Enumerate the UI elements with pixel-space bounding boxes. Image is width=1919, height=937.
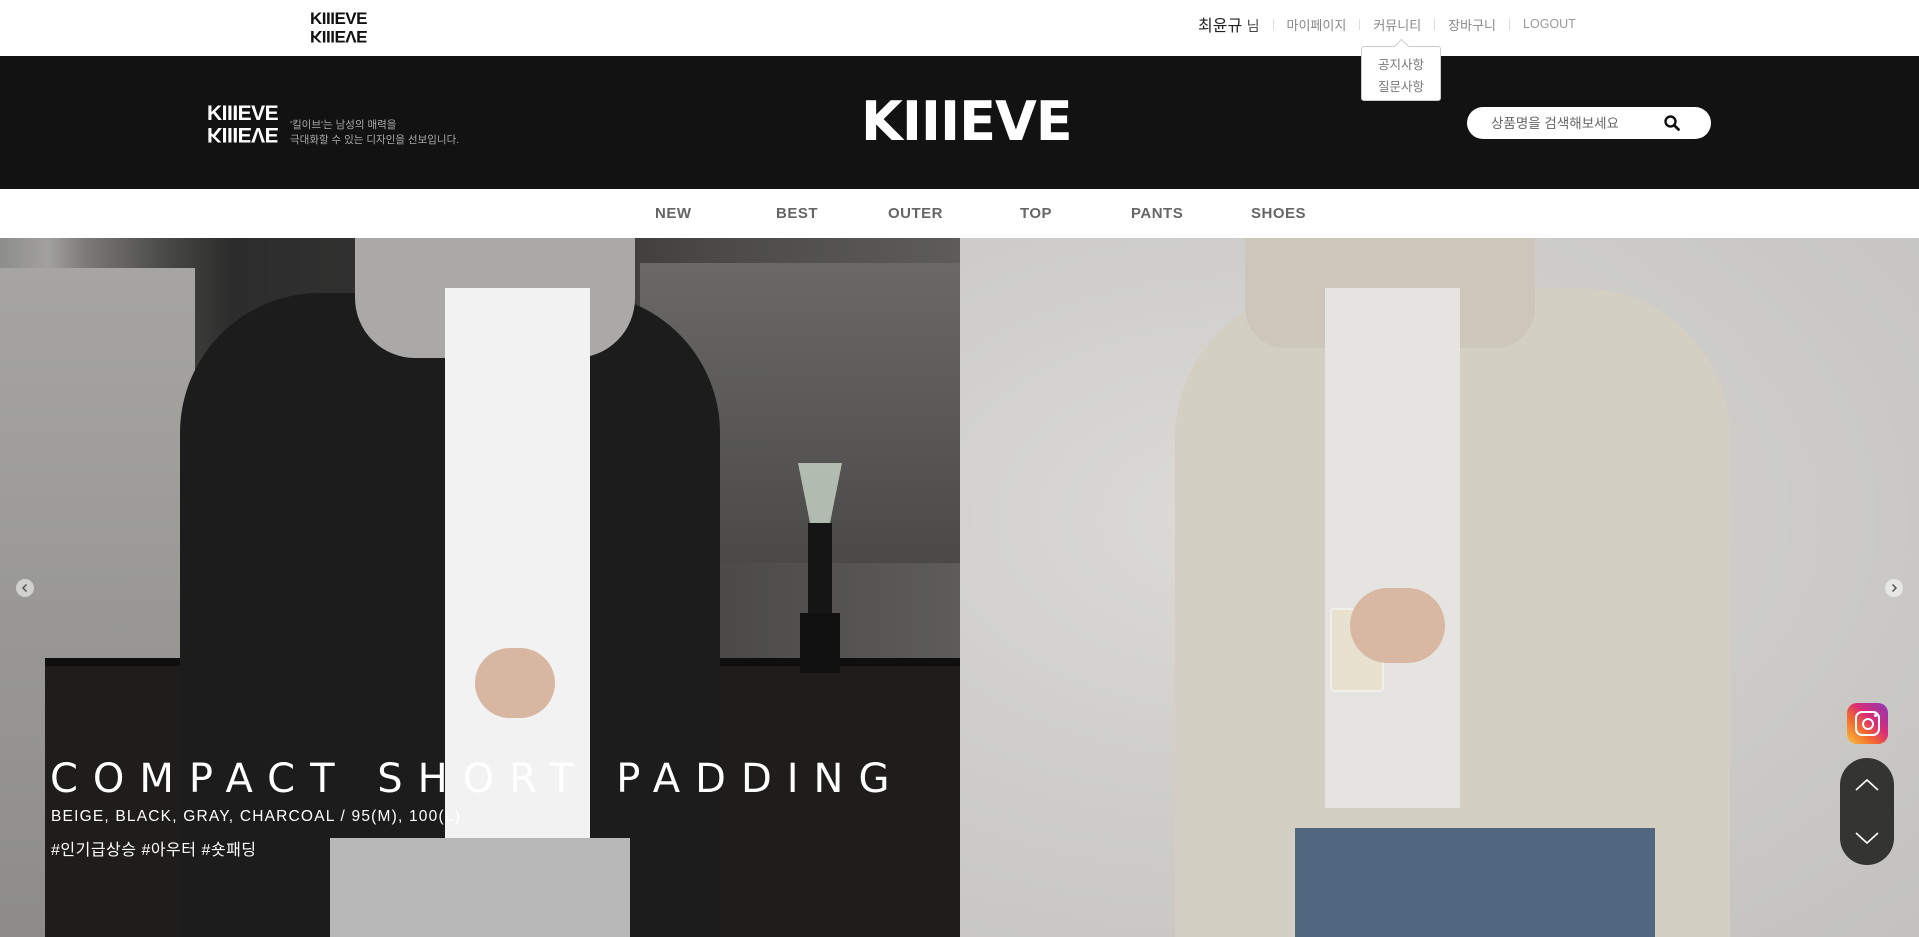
user-suffix: 님 [1246, 18, 1260, 34]
chevron-down-icon [1855, 832, 1879, 845]
category-nav: NEW BEST OUTER TOP PANTS SHOES [0, 189, 1919, 238]
nav-item-new[interactable]: NEW [655, 205, 692, 222]
dropdown-item-qna[interactable]: 질문사항 [1362, 76, 1440, 98]
divider [1359, 18, 1361, 30]
divider [1434, 18, 1436, 30]
blue-jeans [1295, 828, 1655, 937]
hero-banner[interactable]: COMPACT SHORT PADDING BEIGE, BLACK, GRAY… [0, 238, 1919, 937]
divider [1509, 18, 1511, 30]
hand [475, 648, 555, 718]
tagline-line-1: '킬이브'는 남성의 매력을 [290, 119, 397, 131]
chevron-right-icon [1891, 583, 1898, 593]
community-link[interactable]: 커뮤니티 [1373, 15, 1421, 34]
instagram-icon[interactable] [1847, 703, 1888, 744]
header-logo-text: KIIIEVE [207, 102, 279, 125]
search-input[interactable] [1489, 114, 1663, 132]
hand [1350, 588, 1445, 663]
header-logo-mirrored: KIIIEVE [207, 123, 279, 146]
user-name: 최윤규 [1198, 18, 1243, 35]
cart-link[interactable]: 장바구니 [1448, 15, 1496, 34]
divider [1272, 18, 1274, 30]
dropdown-item-notice[interactable]: 공지사항 [1362, 54, 1440, 76]
mini-logo[interactable]: KIIIEVE KIIIEVE [310, 9, 380, 46]
chevron-left-icon [21, 583, 28, 593]
hero-image-right [960, 238, 1919, 937]
hero-image-left [0, 238, 960, 937]
community-dropdown: 공지사항 질문사항 [1361, 46, 1441, 101]
utility-links: 최윤규 님 마이페이지 커뮤니티 장바구니 LOGOUT [1198, 12, 1576, 36]
brand-tagline: '킬이브'는 남성의 매력을 극대화할 수 있는 디자인을 선보입니다. [290, 118, 459, 148]
mini-logo-mirrored: KIIIEVE [310, 27, 367, 46]
coffee-grinder [798, 463, 842, 673]
top-utility-bar: KIIIEVE KIIIEVE 최윤규 님 마이페이지 커뮤니티 장바구니 LO… [0, 0, 1919, 56]
slider-next-button[interactable] [1885, 579, 1903, 597]
hero-hashtags: #인기급상승 #아우터 #숏패딩 [51, 842, 257, 859]
nav-item-shoes[interactable]: SHOES [1251, 205, 1306, 222]
user-greeting: 최윤규 님 [1198, 12, 1260, 36]
header-logo[interactable]: KIIIEVE KIIIEVE [207, 102, 279, 146]
logout-link[interactable]: LOGOUT [1523, 17, 1576, 31]
brand-wordmark[interactable]: KIIIEVE [861, 90, 1073, 153]
nav-item-top[interactable]: TOP [1020, 205, 1052, 222]
mini-logo-text: KIIIEVE [310, 9, 367, 28]
hero-subtitle: BEIGE, BLACK, GRAY, CHARCOAL / 95(M), 10… [51, 808, 461, 825]
search-box [1467, 107, 1711, 139]
scroll-top-button[interactable] [1852, 770, 1882, 800]
gray-pants [330, 838, 630, 937]
nav-item-best[interactable]: BEST [776, 205, 818, 222]
tagline-line-2: 극대화할 수 있는 디자인을 선보입니다. [290, 134, 460, 146]
inner-tee [1325, 288, 1460, 808]
hero-title: COMPACT SHORT PADDING [50, 756, 905, 802]
nav-item-pants[interactable]: PANTS [1131, 205, 1183, 222]
nav-item-outer[interactable]: OUTER [888, 205, 943, 222]
instagram-dot [1874, 714, 1877, 717]
chevron-up-icon [1855, 778, 1879, 791]
search-icon[interactable] [1663, 114, 1681, 132]
main-header: KIIIEVE KIIIEVE '킬이브'는 남성의 매력을 극대화할 수 있는… [0, 56, 1919, 189]
slider-prev-button[interactable] [16, 579, 34, 597]
scroll-control [1840, 758, 1894, 865]
scroll-bottom-button[interactable] [1852, 823, 1882, 853]
mypage-link[interactable]: 마이페이지 [1287, 15, 1347, 34]
